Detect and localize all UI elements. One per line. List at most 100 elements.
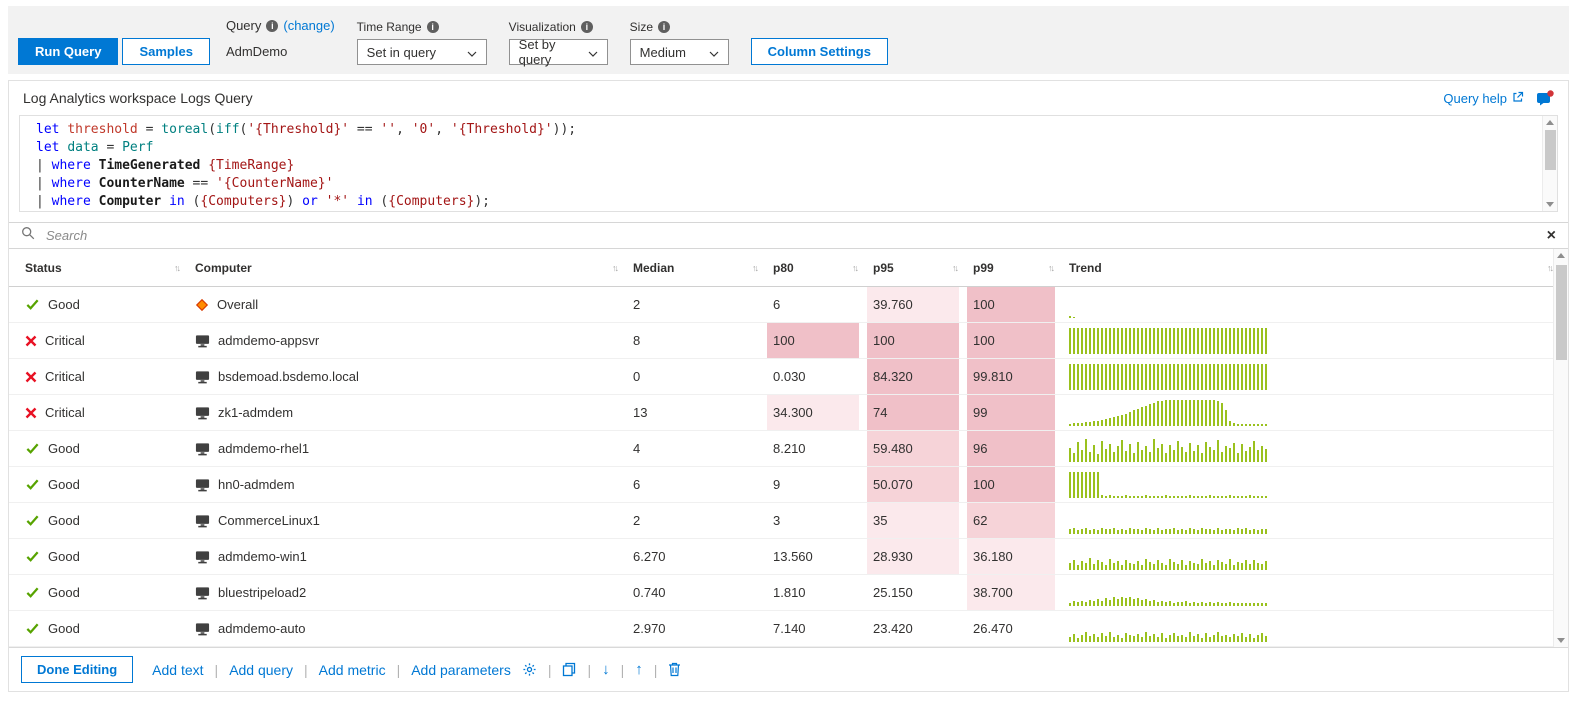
sort-icon[interactable]: ↑↓ [852, 263, 859, 273]
median-cell: 6.270 [633, 549, 666, 564]
query-help-label: Query help [1443, 90, 1507, 106]
top-toolbar: Run Query Samples Query (change) AdmDemo… [8, 6, 1569, 74]
column-header-p95[interactable]: p95 ↑↓ [873, 261, 973, 275]
table-row[interactable]: Good hn0-admdem 6 9 50.070 100 [9, 467, 1568, 503]
computer-name: admdemo-rhel1 [218, 441, 310, 456]
column-header-status[interactable]: Status ↑↓ [25, 261, 195, 275]
sort-icon[interactable]: ↑↓ [952, 263, 959, 273]
computer-icon [195, 586, 210, 600]
column-settings-button[interactable]: Column Settings [750, 38, 888, 65]
move-up-icon[interactable]: ↑ [635, 661, 643, 678]
code-line[interactable]: | where Computer in ({Computers}) or '*'… [36, 193, 1542, 211]
status-cell: Good [25, 611, 195, 646]
code-editor[interactable]: let threshold = toreal(iff('{Threshold}'… [19, 115, 1558, 212]
sort-icon[interactable]: ↑↓ [174, 263, 181, 273]
add-query-link[interactable]: Add query [229, 662, 293, 678]
info-icon [426, 21, 439, 33]
scroll-up-arrow-icon[interactable] [1557, 253, 1565, 258]
code-line[interactable]: let threshold = toreal(iff('{Threshold}'… [36, 121, 1542, 139]
code-editor-scrollbar[interactable] [1542, 116, 1557, 211]
table-row[interactable]: Good admdemo-auto 2.970 7.140 23.420 26.470 [9, 611, 1568, 647]
clear-search-icon[interactable]: × [1547, 227, 1556, 244]
add-parameters-link[interactable]: Add parameters [411, 662, 511, 678]
trend-bars [1069, 399, 1267, 426]
sort-icon[interactable]: ↑↓ [612, 263, 619, 273]
table-row[interactable]: Good CommerceLinux1 2 3 35 62 [9, 503, 1568, 539]
add-text-link[interactable]: Add text [152, 662, 203, 678]
info-icon [658, 21, 671, 33]
code-lines[interactable]: let threshold = toreal(iff('{Threshold}'… [20, 116, 1542, 211]
sort-icon[interactable]: ↑↓ [752, 263, 759, 273]
info-icon [580, 21, 593, 33]
computer-cell: admdemo-auto [195, 611, 633, 646]
p95-cell: 35 [867, 503, 959, 538]
run-query-button[interactable]: Run Query [18, 38, 119, 65]
status-good-icon [25, 297, 40, 312]
trend-sparkline [1069, 503, 1568, 538]
feedback-icon[interactable] [1536, 90, 1554, 106]
scrollbar-thumb[interactable] [1545, 130, 1556, 170]
computer-cell: zk1-admdem [195, 395, 633, 430]
sort-icon[interactable]: ↑↓ [1547, 263, 1554, 273]
trend-bars [1069, 508, 1267, 534]
p99-cell: 62 [967, 503, 1055, 538]
time-range-dropdown[interactable]: Set in query [356, 39, 487, 65]
copy-icon[interactable] [562, 662, 576, 677]
column-header-computer[interactable]: Computer ↑↓ [195, 261, 633, 275]
table-row[interactable]: Critical zk1-admdem 13 34.300 74 99 [9, 395, 1568, 431]
samples-button[interactable]: Samples [122, 38, 210, 65]
scrollbar-thumb[interactable] [1556, 265, 1567, 360]
scroll-up-arrow-icon[interactable] [1546, 120, 1554, 125]
change-query-link[interactable]: (change) [283, 18, 334, 33]
status-good-icon [25, 513, 40, 528]
table-scrollbar[interactable] [1553, 249, 1568, 647]
median-cell: 2 [633, 297, 641, 312]
code-line[interactable]: | where CounterName == '{CounterName}' [36, 175, 1542, 193]
status-good-icon [25, 585, 40, 600]
column-header-median[interactable]: Median ↑↓ [633, 261, 773, 275]
table-row[interactable]: Good admdemo-win1 6.270 13.560 28.930 36.180 [9, 539, 1568, 575]
settings-gear-icon[interactable] [522, 662, 537, 677]
trend-sparkline [1069, 431, 1568, 466]
add-metric-link[interactable]: Add metric [319, 662, 386, 678]
size-dropdown[interactable]: Medium [629, 39, 729, 65]
status-cell: Good [25, 575, 195, 610]
trend-bars [1069, 327, 1267, 354]
column-header-trend[interactable]: Trend ↑↓ [1069, 261, 1568, 275]
median-cell: 2.970 [633, 621, 666, 636]
code-line[interactable]: | where TimeGenerated {TimeRange} [36, 157, 1542, 175]
status-label: Good [48, 621, 80, 636]
table-row[interactable]: Critical admdemo-appsvr 8 100 100 100 [9, 323, 1568, 359]
trend-bars [1069, 292, 1075, 318]
chevron-down-icon [709, 45, 719, 60]
computer-icon [195, 370, 210, 384]
code-line[interactable]: let data = Perf [36, 139, 1542, 157]
visualization-dropdown[interactable]: Set by query [508, 37, 608, 67]
table-row[interactable]: Good admdemo-rhel1 4 8.210 59.480 96 [9, 431, 1568, 467]
separator: | [587, 661, 592, 678]
query-help-link[interactable]: Query help [1443, 91, 1524, 106]
p80-cell: 0.030 [773, 369, 806, 384]
search-input[interactable] [44, 227, 1538, 244]
delete-icon[interactable] [668, 662, 681, 677]
column-header-p80[interactable]: p80 ↑↓ [773, 261, 873, 275]
sort-icon[interactable]: ↑↓ [1048, 263, 1055, 273]
status-label: Critical [45, 333, 85, 348]
p80-cell: 7.140 [773, 621, 806, 636]
scroll-down-arrow-icon[interactable] [1546, 202, 1554, 207]
visualization-label: Visualization [508, 20, 576, 34]
median-cell: 4 [633, 441, 641, 456]
p99-cell: 36.180 [967, 539, 1055, 574]
column-header-p99[interactable]: p99 ↑↓ [973, 261, 1069, 275]
computer-cell: Overall [195, 287, 633, 322]
done-editing-button[interactable]: Done Editing [21, 656, 134, 683]
table-row[interactable]: Good bluestripeload2 0.740 1.810 25.150 38.70… [9, 575, 1568, 611]
edit-toolbar: Done Editing Add text | Add query | Add … [9, 647, 1568, 691]
p99-cell: 100 [967, 287, 1055, 322]
table-row[interactable]: Critical bsdemoad.bsdemo.local 0 0.030 84.32… [9, 359, 1568, 395]
move-down-icon[interactable]: ↓ [602, 661, 610, 678]
scroll-down-arrow-icon[interactable] [1557, 638, 1565, 643]
trend-bars [1069, 544, 1267, 570]
trend-sparkline [1069, 287, 1568, 322]
table-row[interactable]: Good Overall 2 6 39.760 100 [9, 287, 1568, 323]
